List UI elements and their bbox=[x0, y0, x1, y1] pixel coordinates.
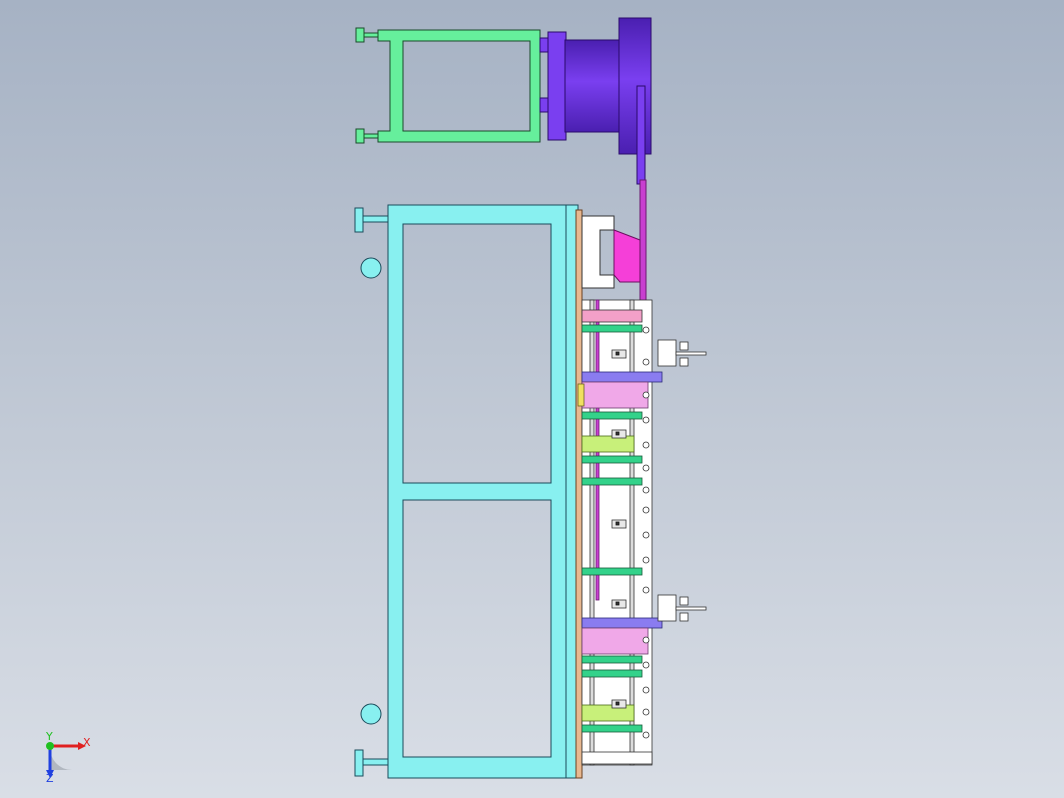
motor-flange bbox=[618, 17, 652, 155]
x-axis-label: X bbox=[83, 736, 91, 749]
bolt bbox=[642, 636, 650, 644]
green-bar bbox=[581, 655, 643, 664]
bolt bbox=[642, 358, 650, 366]
sensor-dot bbox=[615, 521, 620, 526]
bolt bbox=[642, 441, 650, 449]
cylinder-head bbox=[657, 339, 677, 367]
bolt bbox=[642, 416, 650, 424]
y-axis-label: Y bbox=[45, 730, 53, 743]
cylinder-rod bbox=[675, 606, 707, 611]
bolt bbox=[642, 486, 650, 494]
bolt bbox=[642, 531, 650, 539]
cylinder-cap bbox=[679, 596, 689, 606]
yellow-strip bbox=[577, 383, 585, 407]
upper-frame-foot-bottom-stem bbox=[363, 133, 379, 139]
bolt bbox=[642, 326, 650, 334]
axis-triad: X Y Z bbox=[45, 730, 91, 785]
cylinder-cap bbox=[679, 357, 689, 367]
caster-wheel-top bbox=[360, 257, 382, 279]
base-foot-top bbox=[354, 207, 364, 233]
light-pink-block bbox=[581, 381, 649, 409]
guide-rail-inner bbox=[629, 299, 635, 766]
cad-viewport[interactable]: X Y Z bbox=[0, 0, 1064, 798]
bolt bbox=[642, 556, 650, 564]
cylinder-head bbox=[657, 594, 677, 622]
upper-frame-foot-bottom bbox=[355, 128, 365, 144]
cylinder-cap bbox=[679, 341, 689, 351]
base-foot-bottom-stem bbox=[362, 758, 390, 766]
caster-wheel-bottom bbox=[360, 703, 382, 725]
guide-rail-inner bbox=[589, 299, 595, 766]
pink-bracket[interactable] bbox=[581, 215, 641, 289]
base-foot-bottom bbox=[354, 749, 364, 777]
top-pink-block bbox=[581, 309, 643, 323]
lavender-block bbox=[581, 371, 663, 383]
green-bar bbox=[581, 455, 643, 464]
z-axis-label: Z bbox=[46, 772, 54, 785]
green-bar bbox=[581, 477, 643, 486]
motor-body bbox=[564, 39, 621, 133]
sensor-dot bbox=[615, 701, 620, 706]
upper-frame[interactable] bbox=[355, 27, 541, 144]
green-bar bbox=[581, 724, 643, 733]
actuator-mechanism[interactable] bbox=[577, 299, 707, 766]
bolt bbox=[642, 391, 650, 399]
upper-frame-foot-top-stem bbox=[363, 32, 379, 38]
upper-frame-foot-top bbox=[355, 27, 365, 43]
base-frame[interactable] bbox=[354, 204, 583, 779]
bolt bbox=[642, 708, 650, 716]
pink-bracket-wedge bbox=[613, 229, 641, 283]
lavender-block bbox=[581, 617, 663, 629]
upper-frame-body bbox=[377, 29, 541, 143]
bolt bbox=[642, 686, 650, 694]
drive-rod-body bbox=[639, 179, 647, 311]
motor-assembly[interactable] bbox=[539, 17, 652, 185]
base-foot-top-stem bbox=[362, 215, 390, 223]
motor-neck bbox=[547, 31, 567, 141]
bolt bbox=[642, 506, 650, 514]
base-rail-block bbox=[581, 751, 653, 765]
light-pink-block bbox=[581, 627, 649, 655]
cylinder-cap bbox=[679, 612, 689, 622]
sensor-dot bbox=[615, 601, 620, 606]
base-mounting-plate bbox=[575, 209, 583, 779]
green-bar bbox=[581, 567, 643, 576]
bolt bbox=[642, 661, 650, 669]
motor-output-shaft bbox=[636, 85, 646, 185]
green-bar bbox=[581, 411, 643, 420]
cylinder-rod bbox=[675, 351, 707, 356]
base-frame-body bbox=[387, 204, 579, 779]
green-bar bbox=[581, 324, 643, 333]
bolt bbox=[642, 731, 650, 739]
bolt bbox=[642, 586, 650, 594]
triad-base-shadow bbox=[50, 748, 72, 770]
drive-rod[interactable] bbox=[639, 179, 647, 311]
green-bar bbox=[581, 669, 643, 678]
y-axis-dot bbox=[46, 742, 54, 750]
sensor-dot bbox=[615, 351, 620, 356]
machine-model-view[interactable]: X Y Z bbox=[0, 0, 1064, 798]
bolt bbox=[642, 464, 650, 472]
sensor-dot bbox=[615, 431, 620, 436]
pink-bracket-frame bbox=[581, 215, 615, 289]
